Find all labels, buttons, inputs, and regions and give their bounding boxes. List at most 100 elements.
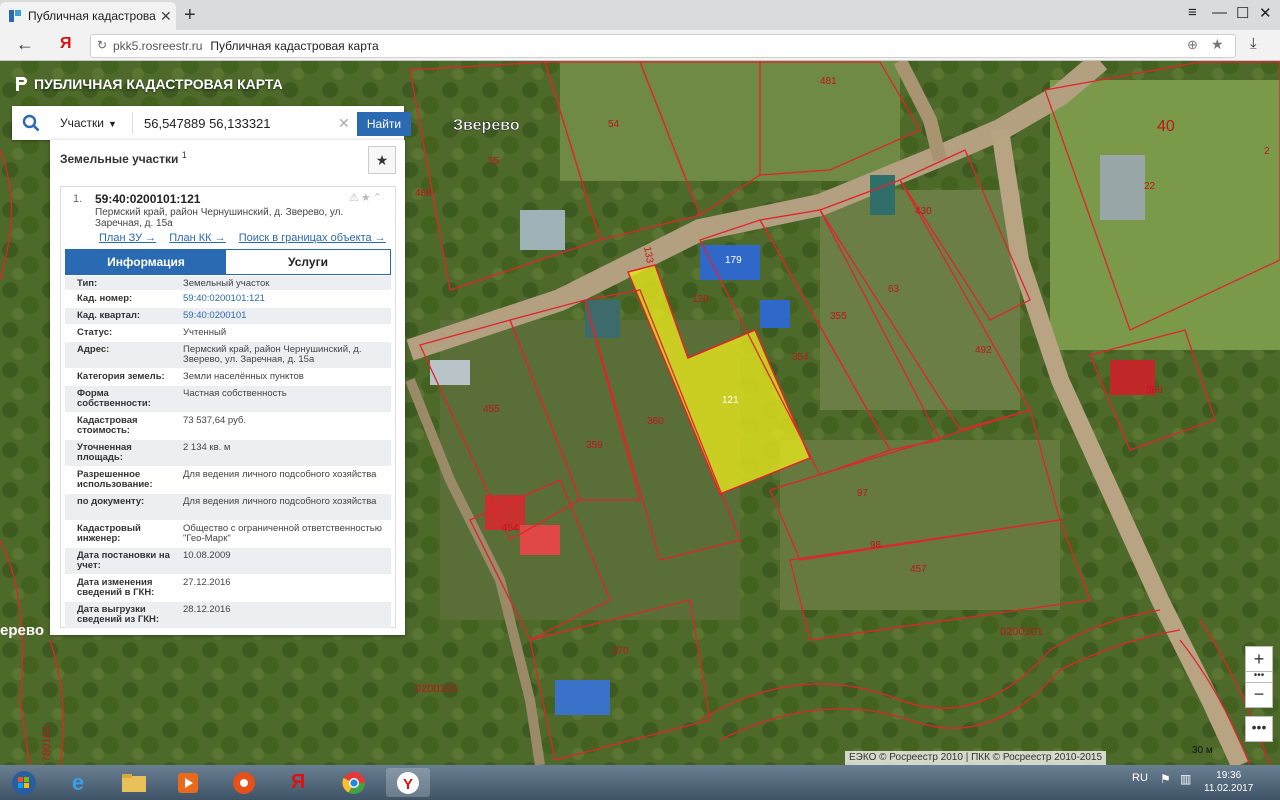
- back-arrow-icon[interactable]: ←: [16, 34, 34, 55]
- system-clock[interactable]: 19:36 11.02.2017: [1204, 769, 1253, 795]
- tab-information[interactable]: Информация: [66, 250, 226, 274]
- search-input[interactable]: [140, 112, 360, 134]
- plan-zu-link[interactable]: План ЗУ →: [99, 232, 156, 244]
- taskbar-explorer[interactable]: [112, 768, 156, 797]
- start-button[interactable]: [2, 768, 46, 797]
- parcel-number-label: 368: [1146, 385, 1163, 396]
- info-value[interactable]: 59:40:0200101: [183, 311, 383, 321]
- parcel-number-label: 481: [820, 76, 837, 87]
- browser-tab-title: Публичная кадастровая: [28, 9, 156, 23]
- download-icon[interactable]: ⤓: [1250, 35, 1257, 52]
- info-value: Земли населённых пунктов: [183, 371, 304, 382]
- parcel-address: Пермский край, район Чернушинский, д. Зв…: [95, 207, 344, 229]
- close-window-icon[interactable]: ✕: [1259, 4, 1272, 22]
- info-row: Кад. квартал: 59:40:0200101: [65, 308, 391, 325]
- info-value: Для ведения личного подсобного хозяйства: [183, 469, 377, 480]
- app-title: ПУБЛИЧНАЯ КАДАСТРОВАЯ КАРТА: [34, 76, 283, 92]
- search-button[interactable]: Найти: [357, 112, 411, 136]
- info-value: 28.12.2016: [183, 604, 231, 615]
- language-indicator[interactable]: RU: [1132, 772, 1148, 784]
- card-links: План ЗУ → План КК → Поиск в границах объ…: [99, 232, 396, 244]
- parcel-number-label: 359: [586, 440, 603, 451]
- svg-text:Y: Y: [403, 776, 413, 793]
- village-edge-label: ерево: [0, 622, 44, 639]
- favorites-star-button[interactable]: ★: [368, 146, 396, 174]
- house: [430, 360, 470, 385]
- info-value: 2 134 кв. м: [183, 442, 231, 453]
- info-row: Кад. номер: 59:40:0200101:121: [65, 291, 391, 308]
- house: [1100, 155, 1145, 220]
- taskbar-chrome[interactable]: [332, 768, 376, 797]
- map-scale: 30 м: [1192, 745, 1213, 756]
- info-table: Тип: Земельный участок Кад. номер: 59:40:02…: [65, 276, 391, 629]
- maximize-icon[interactable]: ☐: [1236, 4, 1249, 22]
- search-type-select[interactable]: Участки ▼: [60, 112, 133, 134]
- menu-icon[interactable]: ≡: [1188, 4, 1197, 21]
- parcel-number-label: 121: [722, 395, 739, 406]
- taskbar-yandex-browser[interactable]: Y: [386, 768, 430, 797]
- search-icon[interactable]: [22, 114, 40, 132]
- zoom-out-button[interactable]: −: [1245, 682, 1273, 708]
- network-icon[interactable]: ▥: [1180, 772, 1191, 786]
- tray-flag-icon[interactable]: ⚑: [1160, 772, 1171, 786]
- info-key: Дата выгрузки сведений из ГКН:: [77, 604, 160, 625]
- field-patch: [780, 440, 1060, 610]
- rosreestr-logo-icon: [16, 77, 27, 91]
- card-tabs: Информация Услуги: [65, 249, 391, 275]
- info-row: Дата выгрузки сведений из ГКН: 28.12.2016: [65, 602, 391, 629]
- clock-date: 11.02.2017: [1204, 783, 1254, 794]
- taskbar-media[interactable]: [166, 768, 210, 797]
- clear-search-icon[interactable]: ✕: [338, 115, 350, 132]
- close-tab-icon[interactable]: ✕: [160, 8, 172, 25]
- rosreestr-favicon-icon: [9, 10, 21, 22]
- yandex-logo-icon[interactable]: Я: [60, 35, 72, 53]
- info-value: Частная собственность: [183, 388, 287, 399]
- info-value: Для ведения личного подсобного хозяйства: [183, 496, 377, 507]
- new-tab-icon[interactable]: +: [184, 4, 196, 27]
- info-key: Форма собственности:: [77, 388, 151, 409]
- zoom-in-button[interactable]: +: [1245, 646, 1273, 672]
- media-player-icon: [178, 772, 198, 793]
- bookmark-star-icon[interactable]: ★: [1211, 36, 1224, 53]
- windows-logo-icon: [12, 770, 36, 795]
- info-value: Пермский край, район Чернушинский, д. Зв…: [183, 344, 362, 365]
- tab-services[interactable]: Услуги: [226, 250, 390, 274]
- info-key: Уточненная площадь:: [77, 442, 132, 463]
- yandex-browser-icon: Y: [397, 771, 419, 794]
- results-title: Земельные участки: [60, 152, 179, 166]
- star-icon[interactable]: ★: [361, 192, 373, 204]
- taskbar-app[interactable]: [222, 768, 266, 797]
- info-key: Разрешенное использование:: [77, 469, 153, 490]
- info-key: Кад. квартал:: [77, 310, 141, 321]
- parcel-cad-number[interactable]: 59:40:0200101:121: [95, 192, 200, 206]
- info-key: Категория земель:: [77, 371, 165, 382]
- info-value: 10.08.2009: [183, 550, 231, 561]
- house: [760, 300, 790, 328]
- parcel-number-label: 360: [647, 416, 664, 427]
- protect-icon[interactable]: ⊕: [1187, 37, 1198, 53]
- house: [520, 525, 560, 555]
- info-row: Дата постановки на учет: 10.08.2009: [65, 548, 391, 575]
- search-in-bounds-link[interactable]: Поиск в границах объекта →: [239, 232, 386, 244]
- warning-icon[interactable]: ⚠: [349, 192, 361, 204]
- address-bar[interactable]: ↻ pkk5.rosreestr.ru Публичная кадастрова…: [90, 34, 1236, 58]
- info-row: Кадастровый инженер: Общество с ограничен…: [65, 521, 391, 548]
- taskbar-ie[interactable]: e: [56, 768, 100, 797]
- reload-icon[interactable]: ↻: [97, 38, 107, 52]
- plan-kk-link[interactable]: План КК →: [169, 232, 225, 244]
- more-tools-button[interactable]: •••: [1245, 716, 1273, 742]
- house: [520, 210, 565, 250]
- parcel-number-label: 355: [830, 311, 847, 322]
- chevron-down-icon: ▼: [108, 119, 117, 129]
- info-row: по документу: Для ведения личного подсобн…: [65, 494, 391, 521]
- results-header: Земельные участки 1: [60, 150, 187, 166]
- collapse-icon[interactable]: ⌃: [373, 192, 384, 204]
- taskbar-yandex[interactable]: Я: [276, 768, 320, 797]
- minimize-icon[interactable]: —: [1212, 4, 1227, 21]
- parcel-number-label: 454: [502, 523, 519, 534]
- browser-tab[interactable]: Публичная кадастровая ✕: [0, 2, 176, 30]
- app-logo[interactable]: ПУБЛИЧНАЯ КАДАСТРОВАЯ КАРТА: [14, 76, 283, 92]
- info-value[interactable]: 59:40:0200101:121: [183, 294, 383, 304]
- info-row: Форма собственности: Частная собственност…: [65, 386, 391, 413]
- info-row: Кадастровая стоимость: 73 537,64 руб.: [65, 413, 391, 440]
